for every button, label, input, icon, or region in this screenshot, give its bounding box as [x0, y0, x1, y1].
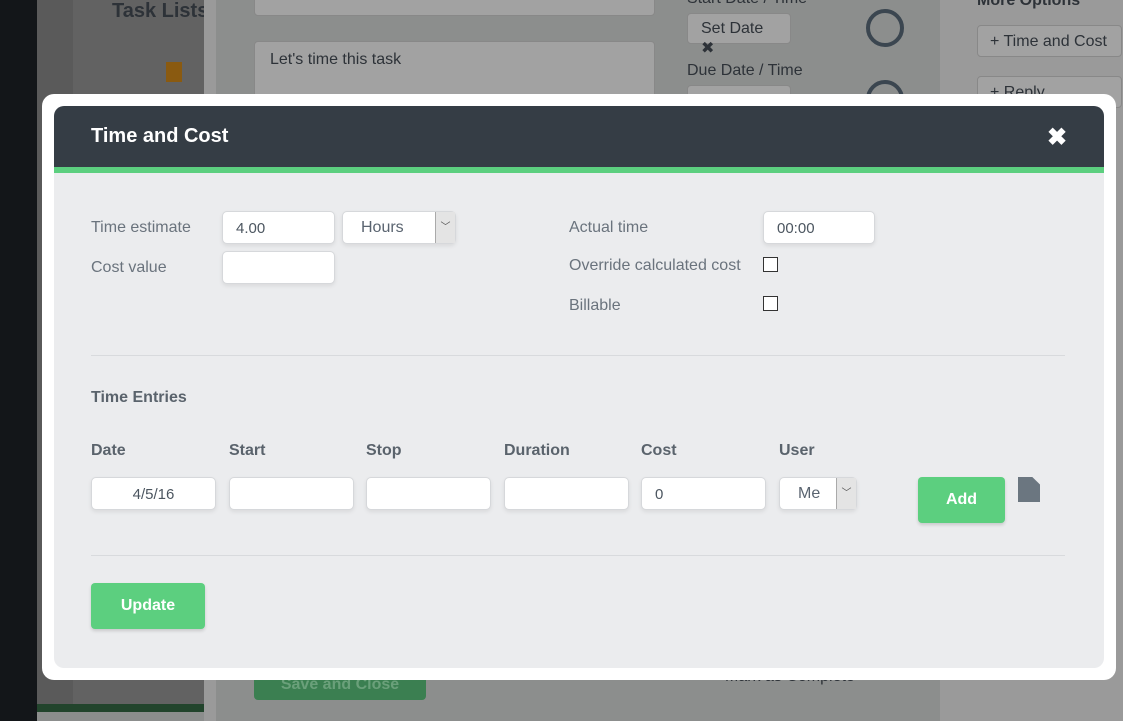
entry-duration-input[interactable] [504, 477, 629, 510]
actual-time-input[interactable]: 00:00 [763, 211, 875, 244]
column-start: Start [229, 442, 266, 459]
time-entries-title: Time Entries [91, 389, 187, 406]
time-estimate-input[interactable]: 4.00 [222, 211, 335, 244]
time-and-cost-button[interactable]: + Time and Cost [977, 25, 1122, 57]
cost-value-label: Cost value [91, 259, 167, 276]
column-cost: Cost [641, 442, 677, 459]
entry-start-input[interactable] [229, 477, 354, 510]
modal-title: Time and Cost [91, 125, 229, 147]
set-date-label: Set Date [701, 20, 764, 37]
override-cost-label: Override calculated cost [569, 257, 741, 274]
billable-label: Billable [569, 297, 621, 314]
app-sidebar [0, 0, 37, 721]
task-badge-icon [166, 62, 182, 82]
time-estimate-label: Time estimate [91, 219, 191, 236]
cost-value-input[interactable] [222, 251, 335, 284]
column-user: User [779, 442, 815, 459]
actual-time-label: Actual time [569, 219, 649, 236]
divider [91, 355, 1065, 356]
due-date-label: Due Date / Time [687, 62, 803, 79]
entry-date-input[interactable]: 4/5/16 [91, 477, 216, 510]
chevron-down-icon[interactable]: ﹀ [435, 212, 455, 243]
entry-cost-input[interactable]: 0 [641, 477, 766, 510]
clock-icon[interactable] [866, 9, 904, 47]
billable-checkbox[interactable] [763, 296, 778, 311]
column-duration: Duration [504, 442, 570, 459]
update-button[interactable]: Update [91, 583, 205, 629]
entry-user-value: Me [798, 485, 821, 502]
more-options-title: More Options [977, 0, 1081, 9]
override-cost-checkbox[interactable] [763, 257, 778, 272]
add-entry-button[interactable]: Add [918, 477, 1005, 523]
title-field[interactable] [254, 0, 655, 16]
column-stop: Stop [366, 442, 402, 459]
column-date: Date [91, 442, 126, 459]
divider [91, 555, 1065, 556]
task-lists-title: Task Lists [112, 0, 209, 22]
time-unit-value: Hours [361, 219, 404, 236]
start-date-label: Start Date / Time [687, 0, 807, 8]
chevron-down-icon[interactable]: ﹀ [836, 478, 856, 509]
time-unit-select[interactable]: Hours ﹀ [342, 211, 456, 244]
entry-user-select[interactable]: Me ﹀ [779, 477, 857, 510]
task-lists-bar [37, 704, 204, 712]
set-date-button[interactable]: Set Date ✖ [687, 13, 791, 57]
time-and-cost-modal: Time and Cost ✖ Time estimate 4.00 Hours… [54, 106, 1104, 668]
description-field[interactable]: Let's time this task [254, 41, 655, 101]
modal-accent-bar [54, 167, 1104, 173]
entry-stop-input[interactable] [366, 477, 491, 510]
document-icon[interactable] [1018, 477, 1040, 502]
close-icon[interactable]: ✖ [1047, 123, 1067, 152]
